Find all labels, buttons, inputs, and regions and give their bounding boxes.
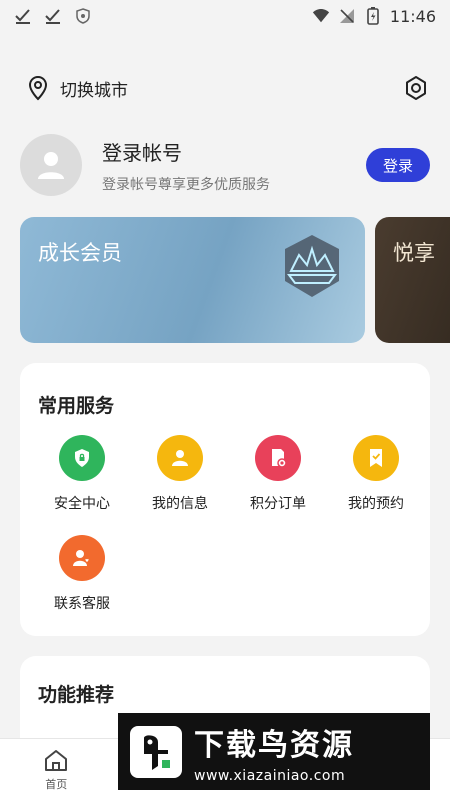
service-contact-support[interactable]: 联系客服 (33, 535, 131, 613)
default-avatar-icon (38, 152, 64, 179)
nav-label: 首页 (45, 777, 68, 791)
settings-icon[interactable] (402, 74, 430, 102)
check-icon (15, 9, 30, 24)
shield-icon (75, 449, 89, 467)
nav-home[interactable]: 首页 (0, 739, 113, 800)
login-button[interactable]: 登录 (366, 148, 430, 182)
status-time: 11:46 (389, 6, 436, 26)
login-section: 登录帐号 登录帐号尊享更多优质服务 登录 (20, 132, 430, 198)
avatar[interactable] (20, 134, 82, 196)
home-icon (45, 749, 68, 771)
card-title: 悦享 (393, 241, 435, 265)
wifi-icon (312, 9, 329, 23)
watermark-banner: 下载鸟资源 www.xiazainiao.com (118, 713, 430, 790)
service-points-orders[interactable]: 积分订单 (229, 435, 327, 513)
service-label: 我的预约 (348, 496, 404, 512)
order-icon (272, 449, 287, 468)
bird-logo-icon (130, 725, 182, 778)
premium-member-card[interactable]: 悦享 (375, 217, 450, 343)
section-title: 功能推荐 (38, 684, 115, 706)
login-title[interactable]: 登录帐号 (102, 137, 270, 166)
battery-icon (367, 7, 379, 25)
watermark-title: 下载鸟资源 (194, 727, 354, 763)
status-bar: 11:46 (0, 0, 450, 32)
member-card-carousel[interactable]: 成长会员 悦享 (20, 217, 450, 343)
shield-icon (76, 8, 90, 24)
service-label: 联系客服 (54, 596, 110, 612)
service-label: 积分订单 (250, 496, 306, 512)
no-signal-icon (339, 9, 354, 23)
service-my-info[interactable]: 我的信息 (131, 435, 229, 513)
crown-icon (285, 235, 339, 297)
service-label: 我的信息 (152, 496, 208, 512)
card-title: 成长会员 (38, 241, 122, 265)
location-pin-icon[interactable] (26, 75, 50, 101)
growth-member-card[interactable]: 成长会员 (20, 217, 365, 343)
check-icon (45, 9, 60, 24)
person-icon (172, 450, 188, 466)
service-security-center[interactable]: 安全中心 (33, 435, 131, 513)
common-services-panel: 常用服务 安全中心 我的信息 积分订单 我的预约 联系客服 (20, 363, 430, 636)
service-label: 安全中心 (54, 496, 110, 512)
support-icon (73, 550, 90, 566)
bookmark-check-icon (370, 449, 382, 467)
service-my-reservations[interactable]: 我的预约 (327, 435, 425, 513)
section-title: 常用服务 (38, 395, 115, 417)
watermark-url: www.xiazainiao.com (194, 767, 346, 784)
header: 切换城市 (26, 68, 430, 108)
switch-city-link[interactable]: 切换城市 (60, 76, 128, 101)
login-subtitle: 登录帐号尊享更多优质服务 (102, 176, 270, 193)
